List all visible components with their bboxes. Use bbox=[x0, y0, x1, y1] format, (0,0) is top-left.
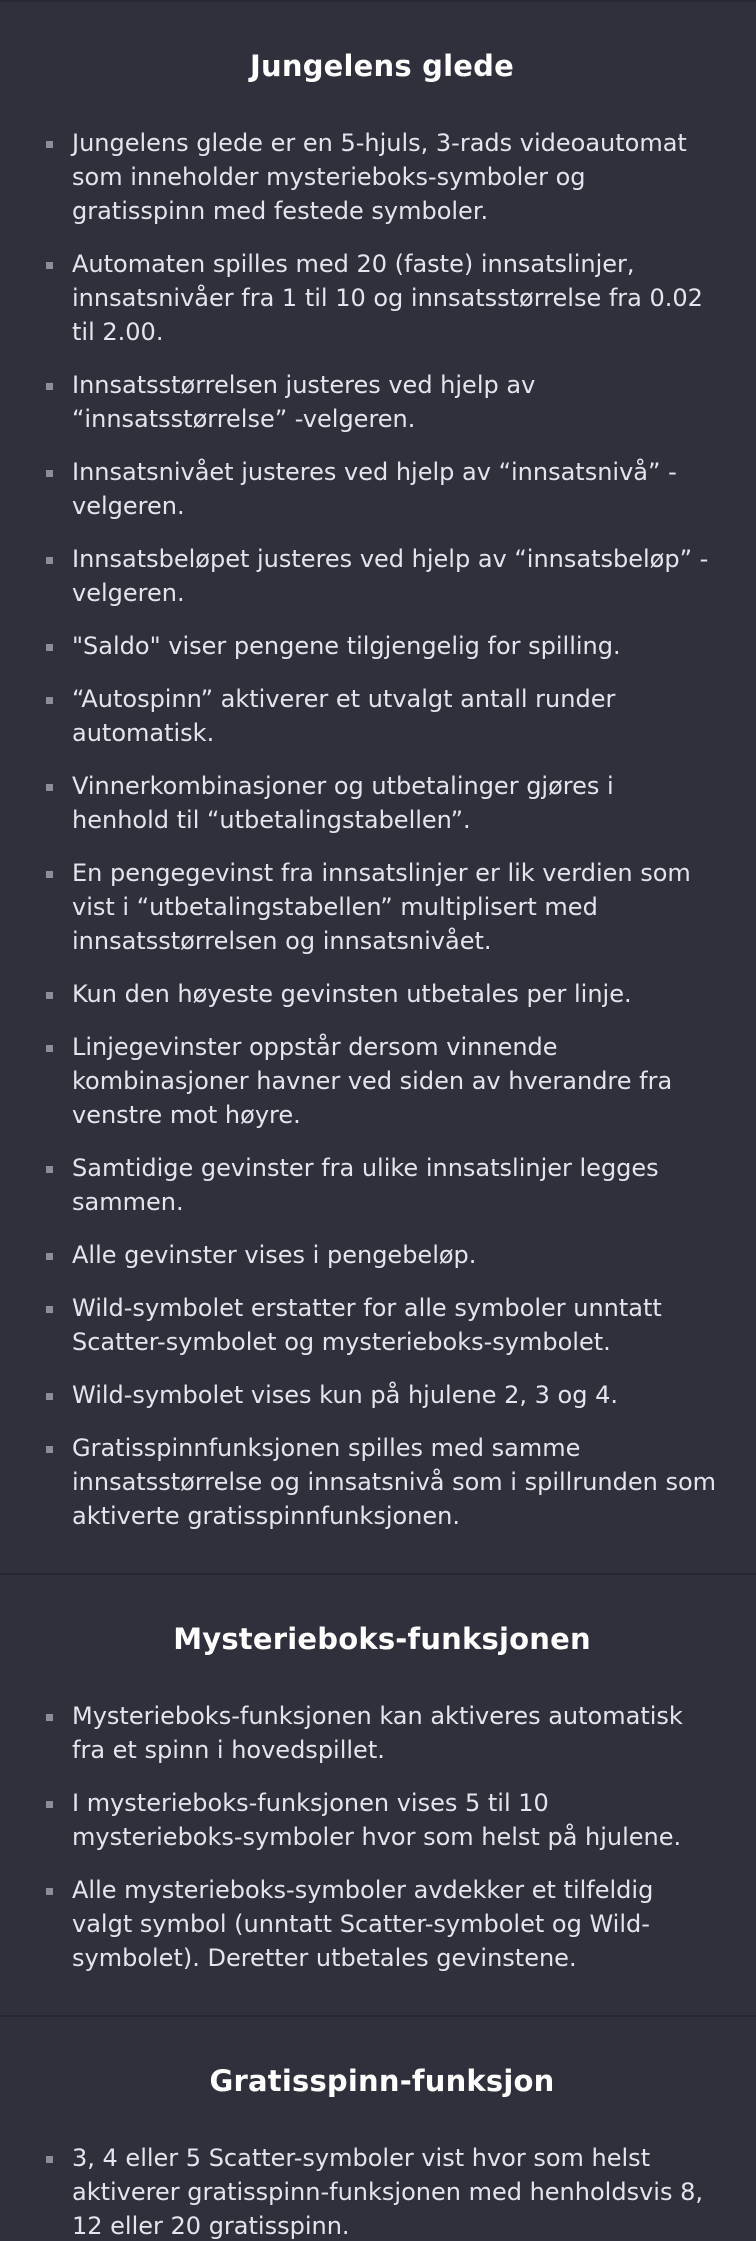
rules-list: Jungelens glede er en 5-hjuls, 3-rads vi… bbox=[46, 126, 718, 1533]
bullet-icon bbox=[46, 1714, 53, 1721]
bullet-icon bbox=[46, 1801, 53, 1808]
bullet-icon bbox=[46, 383, 53, 390]
rules-list: Mysterieboks-funksjonen kan aktiveres au… bbox=[46, 1699, 718, 1975]
section-mysterieboks-funksjonen: Mysterieboks-funksjonen Mysterieboks-fun… bbox=[0, 1575, 756, 2017]
bullet-icon bbox=[46, 697, 53, 704]
bullet-icon bbox=[46, 262, 53, 269]
section-gratisspinn-funksjon: Gratisspinn-funksjon 3, 4 eller 5 Scatte… bbox=[0, 2017, 756, 2241]
bullet-icon bbox=[46, 1253, 53, 1260]
bullet-icon bbox=[46, 1393, 53, 1400]
section-title: Mysterieboks-funksjonen bbox=[173, 1622, 591, 1656]
bullet-icon bbox=[46, 992, 53, 999]
rule-item: Vinnerkombinasjoner og utbetalinger gjør… bbox=[46, 769, 718, 837]
rule-text: Gratisspinnfunksjonen spilles med samme … bbox=[72, 1434, 717, 1530]
rule-text: I mysterieboks-funksjonen vises 5 til 10… bbox=[72, 1789, 682, 1851]
rule-item: Gratisspinnfunksjonen spilles med samme … bbox=[46, 1431, 718, 1533]
rule-text: Innsatsnivået justeres ved hjelp av “inn… bbox=[72, 458, 677, 520]
rule-text: Innsatsstørrelsen justeres ved hjelp av … bbox=[72, 371, 536, 433]
bullet-icon bbox=[46, 644, 53, 651]
bullet-icon bbox=[46, 1888, 53, 1895]
rule-item: Innsatsnivået justeres ved hjelp av “inn… bbox=[46, 455, 718, 523]
rule-item: Linjegevinster oppstår dersom vinnende k… bbox=[46, 1030, 718, 1132]
rule-item: Alle mysterieboks-symboler avdekker et t… bbox=[46, 1873, 718, 1975]
rules-list: 3, 4 eller 5 Scatter-symboler vist hvor … bbox=[46, 2141, 718, 2241]
rule-text: “Autospinn” aktiverer et utvalgt antall … bbox=[72, 685, 616, 747]
rule-item: Innsatsbeløpet justeres ved hjelp av “in… bbox=[46, 542, 718, 610]
rule-text: Wild-symbolet vises kun på hjulene 2, 3 … bbox=[72, 1381, 618, 1409]
bullet-icon bbox=[46, 1446, 53, 1453]
bullet-icon bbox=[46, 2156, 53, 2163]
rule-text: Innsatsbeløpet justeres ved hjelp av “in… bbox=[72, 545, 709, 607]
rule-item: Wild-symbolet erstatter for alle symbole… bbox=[46, 1291, 718, 1359]
bullet-icon bbox=[46, 141, 53, 148]
rule-item: En pengegevinst fra innsatslinjer er lik… bbox=[46, 856, 718, 958]
section-jungelens-glede: Jungelens glede Jungelens glede er en 5-… bbox=[0, 2, 756, 1575]
rule-text: Mysterieboks-funksjonen kan aktiveres au… bbox=[72, 1702, 683, 1764]
rules-page: Jungelens glede Jungelens glede er en 5-… bbox=[0, 0, 756, 2241]
rule-text: Alle gevinster vises i pengebeløp. bbox=[72, 1241, 477, 1269]
rule-text: En pengegevinst fra innsatslinjer er lik… bbox=[72, 859, 691, 955]
rule-text: Linjegevinster oppstår dersom vinnende k… bbox=[72, 1033, 673, 1129]
rule-item: Mysterieboks-funksjonen kan aktiveres au… bbox=[46, 1699, 718, 1767]
rule-text: Vinnerkombinasjoner og utbetalinger gjør… bbox=[72, 772, 614, 834]
rule-item: Kun den høyeste gevinsten utbetales per … bbox=[46, 977, 718, 1011]
rule-item: "Saldo" viser pengene tilgjengelig for s… bbox=[46, 629, 718, 663]
bullet-icon bbox=[46, 557, 53, 564]
rule-item: Wild-symbolet vises kun på hjulene 2, 3 … bbox=[46, 1378, 718, 1412]
rule-item: 3, 4 eller 5 Scatter-symboler vist hvor … bbox=[46, 2141, 718, 2241]
bullet-icon bbox=[46, 1045, 53, 1052]
bullet-icon bbox=[46, 1166, 53, 1173]
rule-text: Samtidige gevinster fra ulike innsatslin… bbox=[72, 1154, 659, 1216]
bullet-icon bbox=[46, 1306, 53, 1313]
rule-text: "Saldo" viser pengene tilgjengelig for s… bbox=[72, 632, 621, 660]
rule-item: Automaten spilles med 20 (faste) innsats… bbox=[46, 247, 718, 349]
bullet-icon bbox=[46, 871, 53, 878]
bullet-icon bbox=[46, 470, 53, 477]
rule-text: Automaten spilles med 20 (faste) innsats… bbox=[72, 250, 703, 346]
section-title: Gratisspinn-funksjon bbox=[209, 2064, 555, 2098]
rule-item: Innsatsstørrelsen justeres ved hjelp av … bbox=[46, 368, 718, 436]
rule-text: Kun den høyeste gevinsten utbetales per … bbox=[72, 980, 632, 1008]
rule-text: 3, 4 eller 5 Scatter-symboler vist hvor … bbox=[72, 2144, 703, 2240]
rule-text: Jungelens glede er en 5-hjuls, 3-rads vi… bbox=[72, 129, 687, 225]
bullet-icon bbox=[46, 784, 53, 791]
rule-item: Alle gevinster vises i pengebeløp. bbox=[46, 1238, 718, 1272]
section-title: Jungelens glede bbox=[250, 49, 514, 83]
rule-item: I mysterieboks-funksjonen vises 5 til 10… bbox=[46, 1786, 718, 1854]
rule-item: “Autospinn” aktiverer et utvalgt antall … bbox=[46, 682, 718, 750]
rule-text: Wild-symbolet erstatter for alle symbole… bbox=[72, 1294, 662, 1356]
rule-text: Alle mysterieboks-symboler avdekker et t… bbox=[72, 1876, 654, 1972]
rule-item: Jungelens glede er en 5-hjuls, 3-rads vi… bbox=[46, 126, 718, 228]
rule-item: Samtidige gevinster fra ulike innsatslin… bbox=[46, 1151, 718, 1219]
